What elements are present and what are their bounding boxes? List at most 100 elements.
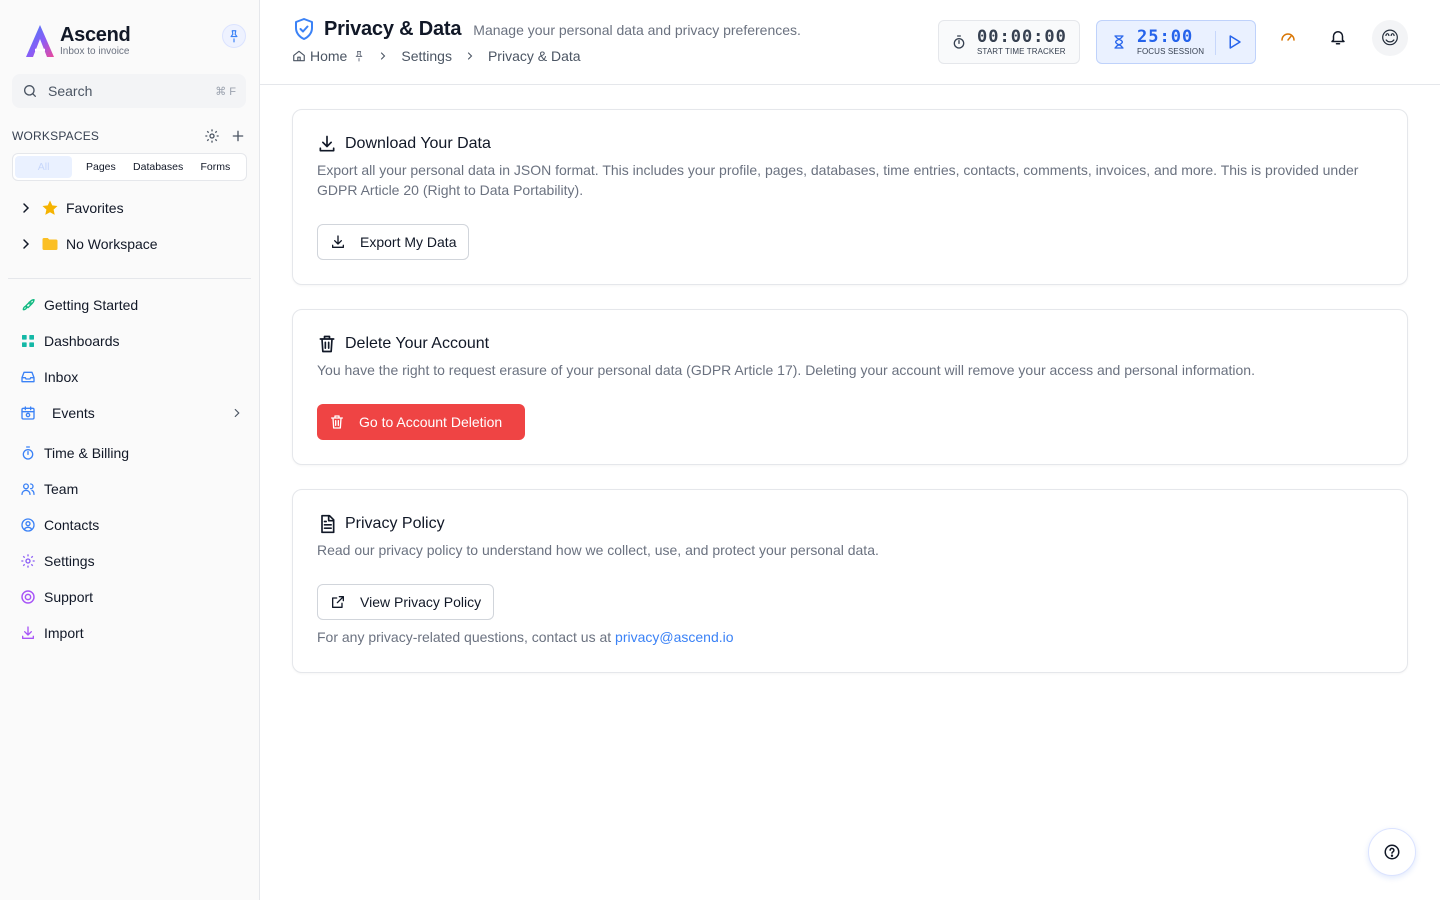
gauge-icon xyxy=(1281,33,1295,41)
user-avatar[interactable]: 😊 xyxy=(1372,20,1408,56)
chevron-right-icon xyxy=(381,52,386,60)
focus-label: FOCUS SESSION xyxy=(1137,47,1205,56)
card-title-row: Download Your Data xyxy=(317,134,491,154)
notifications-button[interactable] xyxy=(1327,26,1349,48)
export-my-data-button[interactable]: Export My Data xyxy=(317,224,470,260)
nav-item-settings[interactable]: Settings xyxy=(18,549,244,573)
workspace-filter-tabs: All Pages Databases Forms xyxy=(12,153,247,181)
nav-item-contacts[interactable]: Contacts xyxy=(18,513,244,537)
nav-item-inbox[interactable]: Inbox xyxy=(18,365,244,389)
delete-account-card: Delete Your Account You have the right t… xyxy=(292,309,1408,465)
play-icon[interactable] xyxy=(1225,33,1243,51)
ascend-logo-icon xyxy=(26,25,54,57)
add-workspace-icon[interactable] xyxy=(230,128,246,144)
workspaces-header: WORKSPACES xyxy=(12,126,246,146)
stopwatch-icon xyxy=(953,35,965,49)
page-title: Privacy & Data xyxy=(324,17,462,40)
card-description: Read our privacy policy to understand ho… xyxy=(317,542,879,558)
help-icon xyxy=(1384,844,1400,860)
contact-icon xyxy=(21,518,35,532)
pin-sidebar-button[interactable] xyxy=(222,24,246,48)
stopwatch-icon xyxy=(22,446,34,460)
download-icon xyxy=(22,626,34,639)
card-title: Delete Your Account xyxy=(345,335,490,352)
timer-value: 00:00:00 xyxy=(977,27,1067,47)
trash-icon xyxy=(319,335,335,353)
performance-button[interactable] xyxy=(1277,26,1299,48)
breadcrumb-home[interactable]: Home xyxy=(310,48,347,64)
users-icon xyxy=(21,483,35,495)
home-icon xyxy=(293,50,305,62)
nav-item-label: Support xyxy=(44,589,94,605)
nav-item-getting-started[interactable]: Getting Started xyxy=(18,293,244,317)
start-time-tracker-button[interactable]: 00:00:00 START TIME TRACKER xyxy=(938,20,1080,64)
nav-item-support[interactable]: Support xyxy=(18,585,244,609)
search-icon xyxy=(24,85,36,97)
calendar-icon xyxy=(21,406,35,420)
tree-item-no-workspace[interactable]: No Workspace xyxy=(18,232,248,256)
card-description: You have the right to request erasure of… xyxy=(317,362,1255,378)
tree-item-favorites[interactable]: Favorites xyxy=(18,196,248,220)
tab-databases[interactable]: Databases xyxy=(130,156,187,178)
folder-icon xyxy=(42,238,58,250)
nav-item-dashboards[interactable]: Dashboards xyxy=(18,329,244,353)
focus-value: 25:00 xyxy=(1137,27,1194,47)
nav-item-time-billing[interactable]: Time & Billing xyxy=(18,441,244,465)
search-bar[interactable]: ⌘ F xyxy=(12,74,246,108)
nav-item-label: Time & Billing xyxy=(44,445,130,461)
hourglass-icon xyxy=(1114,35,1124,49)
inbox-icon xyxy=(21,371,35,383)
focus-session-widget[interactable]: 25:00 FOCUS SESSION xyxy=(1096,20,1256,64)
tab-forms[interactable]: Forms xyxy=(187,156,244,178)
nav-item-label: Team xyxy=(44,481,79,497)
document-icon xyxy=(321,514,335,534)
page-subtitle: Manage your personal data and privacy pr… xyxy=(473,22,801,38)
page-header: Privacy & Data Manage your personal data… xyxy=(260,0,1440,85)
timer-label: START TIME TRACKER xyxy=(977,47,1066,56)
bell-icon xyxy=(1331,31,1345,45)
nav-item-events[interactable]: Events xyxy=(18,401,244,425)
download-data-card: Download Your Data Export all your perso… xyxy=(292,109,1408,285)
nav-item-label: Import xyxy=(44,625,84,641)
sidebar-divider xyxy=(8,278,251,279)
download-icon xyxy=(319,135,335,152)
shield-icon xyxy=(295,18,313,40)
brand[interactable]: Ascend Inbox to invoice xyxy=(24,22,131,60)
download-icon xyxy=(332,235,344,248)
nav-item-label: Events xyxy=(52,405,95,421)
nav-item-label: Settings xyxy=(44,553,95,569)
star-icon xyxy=(42,200,58,215)
help-button[interactable] xyxy=(1368,828,1416,876)
card-title-row: Privacy Policy xyxy=(317,514,445,534)
pin-icon[interactable] xyxy=(353,50,365,62)
chevron-right-icon xyxy=(23,203,30,213)
view-privacy-policy-button[interactable]: View Privacy Policy xyxy=(317,584,495,620)
nav-item-label: Inbox xyxy=(44,369,79,385)
chevron-right-icon[interactable] xyxy=(230,406,244,420)
card-title: Download Your Data xyxy=(345,135,491,152)
gear-icon xyxy=(21,554,35,568)
main-nav: Getting Started Dashboards Inbox Events … xyxy=(18,293,244,657)
breadcrumb-settings[interactable]: Settings xyxy=(401,48,452,64)
focus-divider xyxy=(1215,31,1216,55)
search-input[interactable] xyxy=(48,83,198,99)
button-label: Go to Account Deletion xyxy=(359,414,503,430)
pin-icon xyxy=(230,30,238,43)
button-label: View Privacy Policy xyxy=(360,594,482,610)
privacy-contact-text: For any privacy-related questions, conta… xyxy=(317,629,734,645)
nav-item-label: Dashboards xyxy=(44,333,120,349)
gear-icon[interactable] xyxy=(204,128,220,144)
nav-item-import[interactable]: Import xyxy=(18,621,244,645)
go-to-account-deletion-button[interactable]: Go to Account Deletion xyxy=(317,404,525,440)
tab-all[interactable]: All xyxy=(15,156,73,178)
brand-name: Ascend xyxy=(60,24,131,46)
privacy-email-link[interactable]: privacy@ascend.io xyxy=(615,629,734,645)
nav-item-label: Getting Started xyxy=(44,297,139,313)
tree-item-label: No Workspace xyxy=(66,236,158,252)
card-title-row: Delete Your Account xyxy=(317,334,489,354)
nav-item-team[interactable]: Team xyxy=(18,477,244,501)
tab-pages[interactable]: Pages xyxy=(72,156,129,178)
rocket-icon xyxy=(22,299,35,311)
breadcrumb-current: Privacy & Data xyxy=(487,48,581,64)
title-row: Privacy & Data Manage your personal data… xyxy=(292,17,801,41)
